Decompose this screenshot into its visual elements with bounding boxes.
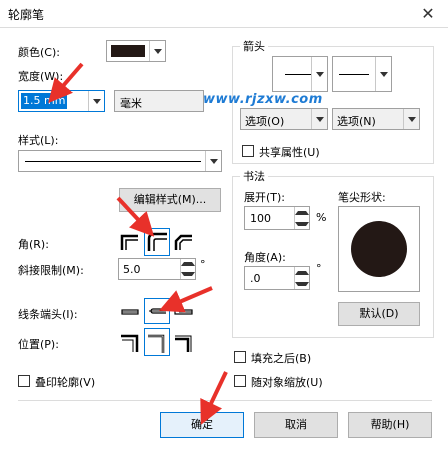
- scale-with-object-checkbox[interactable]: [234, 375, 246, 387]
- position-center-icon: [148, 334, 165, 353]
- overprint-label: 叠印轮廓(V): [35, 376, 96, 389]
- chevron-down-icon: [149, 41, 165, 61]
- chevron-down-icon: [375, 57, 391, 91]
- arrow-options-right-label: 选项(N): [337, 115, 376, 128]
- default-button[interactable]: 默认(D): [338, 302, 420, 326]
- cancel-button[interactable]: 取消: [254, 412, 338, 438]
- ok-button[interactable]: 确定: [160, 412, 244, 438]
- arrows-group-title: 箭头: [240, 38, 268, 54]
- style-label: 样式(L):: [18, 134, 59, 147]
- calligraphy-group-title: 书法: [240, 168, 268, 184]
- chevron-down-icon: [205, 151, 221, 171]
- line-caps-label: 线条端头(I):: [18, 308, 78, 321]
- share-attributes-label: 共享属性(U): [259, 146, 320, 159]
- miter-value[interactable]: 5.0: [123, 263, 141, 276]
- stretch-spinbox[interactable]: 100: [244, 206, 310, 230]
- width-label: 宽度(W):: [18, 70, 64, 83]
- line-style-preview: [25, 161, 201, 162]
- spin-up-icon[interactable]: [181, 259, 195, 269]
- spin-down-icon[interactable]: [181, 269, 195, 279]
- width-combo[interactable]: 1.5 mm: [18, 90, 105, 112]
- color-swatch: [111, 45, 145, 57]
- spin-up-icon[interactable]: [295, 207, 309, 218]
- spin-down-icon[interactable]: [295, 278, 309, 289]
- nib-shape-preview[interactable]: [338, 206, 420, 292]
- angle-spinbox[interactable]: .0: [244, 266, 310, 290]
- miter-spinbox[interactable]: 5.0: [118, 258, 196, 280]
- edit-style-button[interactable]: 编辑样式(M)...: [119, 188, 221, 212]
- corner-miter-icon: [120, 234, 138, 250]
- fill-behind-checkbox[interactable]: [234, 351, 246, 363]
- chevron-down-icon: [311, 109, 327, 129]
- chevron-down-icon: [311, 57, 327, 91]
- arrow-start-preview: [285, 74, 311, 75]
- miter-label: 斜接限制(M):: [18, 264, 84, 277]
- stretch-label: 展开(T):: [244, 191, 286, 204]
- nib-shape-icon: [351, 221, 407, 277]
- cap-square-option[interactable]: [172, 302, 196, 322]
- corners-label: 角(R):: [18, 238, 49, 251]
- width-input[interactable]: 1.5 mm: [21, 93, 68, 109]
- corner-round-option[interactable]: [144, 228, 170, 256]
- cap-round-option[interactable]: [144, 298, 170, 324]
- nib-shape-label: 笔尖形状:: [338, 191, 386, 204]
- overprint-checkbox[interactable]: [18, 375, 30, 387]
- position-center-option[interactable]: [144, 328, 170, 356]
- arrow-start-combo[interactable]: [272, 56, 328, 92]
- chevron-down-icon: [88, 91, 104, 111]
- stretch-value[interactable]: 100: [250, 212, 271, 225]
- position-outside-option[interactable]: [118, 332, 142, 354]
- miter-unit: °: [200, 258, 206, 271]
- stretch-unit: %: [316, 211, 327, 224]
- width-unit-combo[interactable]: 毫米: [114, 90, 204, 112]
- window-title: 轮廓笔: [8, 8, 45, 22]
- arrow-options-left-label: 选项(O): [245, 115, 285, 128]
- color-label: 颜色(C):: [18, 46, 60, 59]
- help-button[interactable]: 帮助(H): [348, 412, 432, 438]
- cap-butt-option[interactable]: [118, 302, 142, 322]
- title-bar: 轮廓笔 ✕: [0, 0, 448, 28]
- fill-behind-label: 填充之后(B): [251, 352, 312, 365]
- angle-value[interactable]: .0: [250, 272, 261, 285]
- color-picker[interactable]: [106, 40, 166, 62]
- cap-square-icon: [174, 309, 193, 315]
- position-label: 位置(P):: [18, 338, 59, 351]
- style-combo[interactable]: [18, 150, 222, 172]
- position-inside-option[interactable]: [172, 332, 196, 354]
- corner-miter-option[interactable]: [118, 232, 142, 254]
- close-icon[interactable]: ✕: [416, 3, 440, 25]
- spin-down-icon[interactable]: [295, 218, 309, 229]
- chevron-down-icon: [403, 109, 419, 129]
- position-outside-icon: [121, 334, 139, 352]
- corner-round-icon: [147, 232, 167, 251]
- arrow-end-combo[interactable]: [332, 56, 392, 92]
- corner-bevel-option[interactable]: [172, 232, 196, 254]
- position-inside-icon: [175, 335, 192, 352]
- arrow-options-left-button[interactable]: 选项(O): [240, 108, 328, 130]
- watermark-text: www.rjzxw.com: [203, 92, 323, 107]
- cap-round-icon: [149, 308, 166, 314]
- separator: [18, 400, 432, 401]
- share-attributes-checkbox[interactable]: [242, 145, 254, 157]
- angle-label: 角度(A):: [244, 251, 286, 264]
- scale-with-object-label: 随对象缩放(U): [251, 376, 323, 389]
- spin-up-icon[interactable]: [295, 267, 309, 278]
- angle-unit: °: [316, 262, 322, 275]
- corner-bevel-icon: [174, 234, 192, 250]
- arrow-end-preview: [339, 74, 369, 75]
- arrow-options-right-button[interactable]: 选项(N): [332, 108, 420, 130]
- cap-butt-icon: [121, 309, 139, 315]
- width-unit-text: 毫米: [120, 97, 142, 110]
